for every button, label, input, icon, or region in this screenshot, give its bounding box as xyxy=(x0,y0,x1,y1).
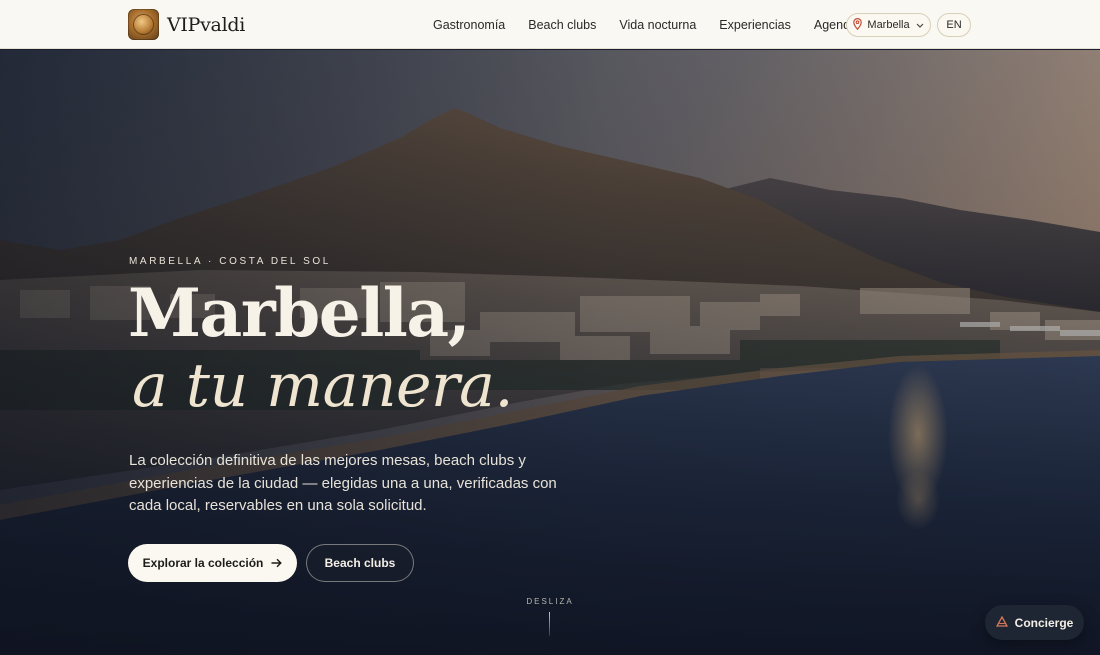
scroll-hint: DESLIZA xyxy=(526,597,574,606)
brand-link[interactable]: VIPvaldi xyxy=(128,9,245,40)
beach-clubs-button[interactable]: Beach clubs xyxy=(306,544,414,582)
main-nav: Gastronomía Beach clubs Vida nocturna Ex… xyxy=(433,0,857,49)
nav-item-vida-nocturna[interactable]: Vida nocturna xyxy=(619,18,696,32)
language-switcher[interactable]: EN xyxy=(937,13,971,37)
concierge-label: Concierge xyxy=(1014,615,1074,630)
arrow-right-icon xyxy=(271,556,283,571)
explore-collection-button[interactable]: Explorar la colección xyxy=(128,544,297,582)
hero-headline-line2: a tu manera. xyxy=(132,351,514,421)
chevron-down-icon xyxy=(916,20,924,30)
scroll-indicator-line xyxy=(549,612,550,636)
city-selector[interactable]: Marbella xyxy=(846,13,931,37)
nav-item-beach-clubs[interactable]: Beach clubs xyxy=(528,18,596,32)
map-pin-icon xyxy=(853,17,863,33)
brand-name: VIPvaldi xyxy=(167,13,245,36)
nav-item-experiencias[interactable]: Experiencias xyxy=(719,18,791,32)
coin-logo-icon xyxy=(128,9,159,40)
hero-headline-line1: Marbella, xyxy=(128,274,471,352)
beach-clubs-label: Beach clubs xyxy=(324,556,396,570)
hero-description: La colección definitiva de las mejores m… xyxy=(129,452,557,514)
concierge-button[interactable]: Concierge xyxy=(985,605,1084,640)
top-navigation-bar: VIPvaldi Gastronomía Beach clubs Vida no… xyxy=(0,0,1100,49)
explore-collection-label: Explorar la colección xyxy=(142,556,264,570)
hero-eyebrow: MARBELLA · COSTA DEL SOL xyxy=(129,256,331,267)
nav-item-gastronomia[interactable]: Gastronomía xyxy=(433,18,505,32)
triangle-icon xyxy=(995,615,1008,630)
city-selector-label: Marbella xyxy=(867,19,910,31)
